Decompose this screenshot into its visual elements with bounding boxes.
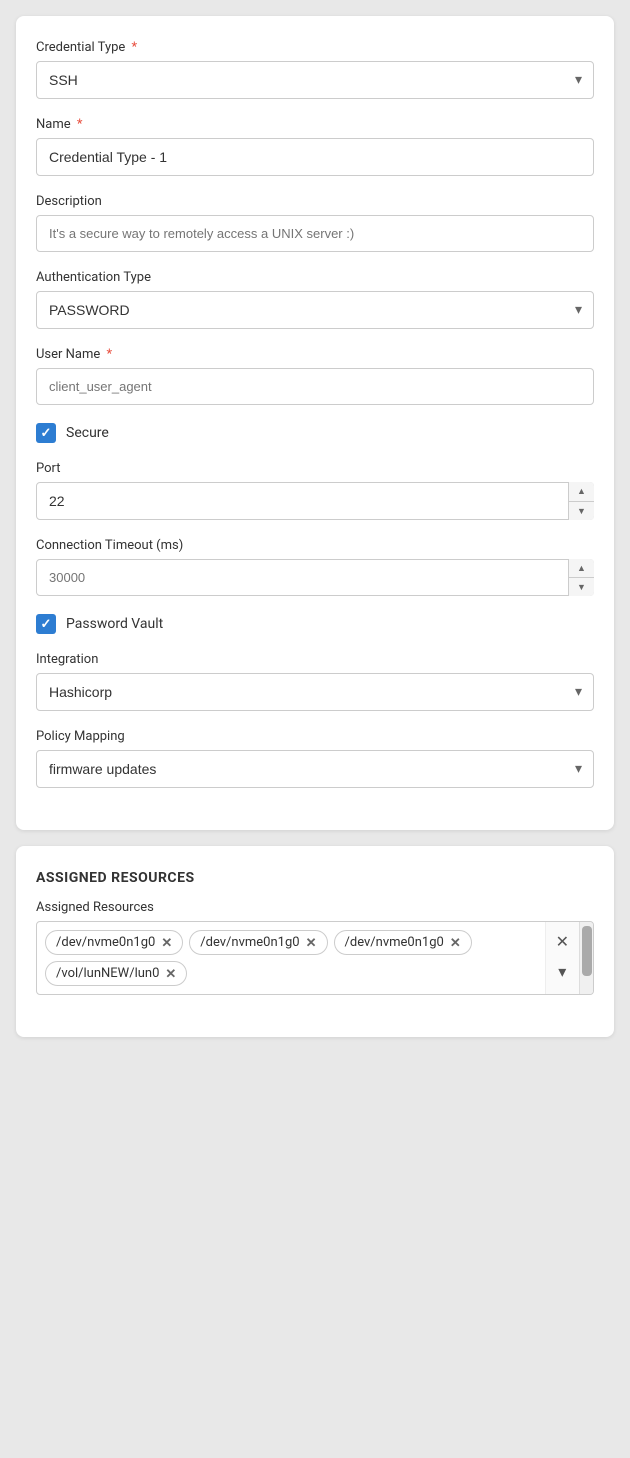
timeout-group: Connection Timeout (ms) ▲ ▼: [36, 538, 594, 596]
assigned-resources-label: Assigned Resources: [36, 900, 594, 915]
tag-text: /dev/nvme0n1g0: [56, 935, 155, 950]
timeout-input[interactable]: [36, 559, 594, 596]
timeout-label: Connection Timeout (ms): [36, 538, 594, 553]
tag-text: /dev/nvme0n1g0: [200, 935, 299, 950]
name-input[interactable]: [36, 138, 594, 176]
auth-type-select[interactable]: PASSWORD: [36, 291, 594, 329]
credential-type-group: Credential Type * SSH ▾: [36, 40, 594, 99]
policy-mapping-select-wrapper: firmware updates ▾: [36, 750, 594, 788]
username-input[interactable]: [36, 368, 594, 405]
checkmark-icon-vault: ✓: [41, 617, 52, 632]
port-increment-button[interactable]: ▲: [569, 482, 594, 502]
checkmark-icon: ✓: [41, 426, 52, 441]
secure-row: ✓ Secure: [36, 423, 594, 443]
assigned-resources-box: /dev/nvme0n1g0 ✕ /dev/nvme0n1g0 ✕ /dev/n…: [36, 921, 594, 995]
tag-remove-button[interactable]: ✕: [450, 936, 461, 949]
required-star: *: [132, 40, 138, 55]
credential-type-label: Credential Type *: [36, 40, 594, 55]
tag-remove-button[interactable]: ✕: [306, 936, 317, 949]
assigned-resources-title: ASSIGNED RESOURCES: [36, 870, 594, 886]
password-vault-label: Password Vault: [66, 616, 163, 632]
assigned-resources-card: ASSIGNED RESOURCES Assigned Resources /d…: [16, 846, 614, 1037]
required-star-username: *: [107, 347, 113, 362]
credential-type-select-wrapper: SSH ▾: [36, 61, 594, 99]
auth-type-group: Authentication Type PASSWORD ▾: [36, 270, 594, 329]
secure-checkbox[interactable]: ✓: [36, 423, 56, 443]
port-label: Port: [36, 461, 594, 476]
integration-group: Integration Hashicorp ▾: [36, 652, 594, 711]
resource-tags-column: /dev/nvme0n1g0 ✕ /dev/nvme0n1g0 ✕ /dev/n…: [37, 922, 545, 994]
policy-mapping-select[interactable]: firmware updates: [36, 750, 594, 788]
resource-scrollbar: [579, 922, 593, 994]
resource-tag: /dev/nvme0n1g0 ✕: [334, 930, 472, 955]
name-label: Name *: [36, 117, 594, 132]
required-star-name: *: [77, 117, 83, 132]
assigned-resources-group: Assigned Resources /dev/nvme0n1g0 ✕ /dev…: [36, 900, 594, 995]
credential-form-card: Credential Type * SSH ▾ Name * Descripti…: [16, 16, 614, 830]
clear-all-button[interactable]: ✕: [552, 930, 573, 954]
integration-select-wrapper: Hashicorp ▾: [36, 673, 594, 711]
description-input[interactable]: [36, 215, 594, 252]
secure-label: Secure: [66, 425, 109, 441]
username-group: User Name *: [36, 347, 594, 405]
password-vault-row: ✓ Password Vault: [36, 614, 594, 634]
description-group: Description: [36, 194, 594, 252]
auth-type-select-wrapper: PASSWORD ▾: [36, 291, 594, 329]
resource-tag: /dev/nvme0n1g0 ✕: [189, 930, 327, 955]
password-vault-checkbox[interactable]: ✓: [36, 614, 56, 634]
port-group: Port ▲ ▼: [36, 461, 594, 520]
resource-tag: /dev/nvme0n1g0 ✕: [45, 930, 183, 955]
port-input-wrapper: ▲ ▼: [36, 482, 594, 520]
auth-type-label: Authentication Type: [36, 270, 594, 285]
integration-label: Integration: [36, 652, 594, 667]
description-label: Description: [36, 194, 594, 209]
timeout-spinner: ▲ ▼: [568, 559, 594, 596]
tag-text: /vol/lunNEW/lun0: [56, 966, 159, 981]
resource-box-inner: /dev/nvme0n1g0 ✕ /dev/nvme0n1g0 ✕ /dev/n…: [37, 922, 593, 994]
timeout-input-wrapper: ▲ ▼: [36, 559, 594, 596]
port-spinner: ▲ ▼: [568, 482, 594, 520]
resource-tag: /vol/lunNEW/lun0 ✕: [45, 961, 187, 986]
tag-text: /dev/nvme0n1g0: [345, 935, 444, 950]
username-label: User Name *: [36, 347, 594, 362]
name-group: Name *: [36, 117, 594, 176]
timeout-decrement-button[interactable]: ▼: [569, 578, 594, 596]
integration-select[interactable]: Hashicorp: [36, 673, 594, 711]
tag-remove-button[interactable]: ✕: [161, 936, 172, 949]
tag-remove-button[interactable]: ✕: [165, 967, 176, 980]
expand-dropdown-button[interactable]: ▾: [554, 960, 570, 984]
credential-type-select[interactable]: SSH: [36, 61, 594, 99]
policy-mapping-group: Policy Mapping firmware updates ▾: [36, 729, 594, 788]
policy-mapping-label: Policy Mapping: [36, 729, 594, 744]
resource-actions-column: ✕ ▾: [545, 922, 579, 994]
timeout-increment-button[interactable]: ▲: [569, 559, 594, 578]
port-decrement-button[interactable]: ▼: [569, 502, 594, 521]
port-input[interactable]: [36, 482, 594, 520]
scroll-thumb: [582, 926, 592, 976]
